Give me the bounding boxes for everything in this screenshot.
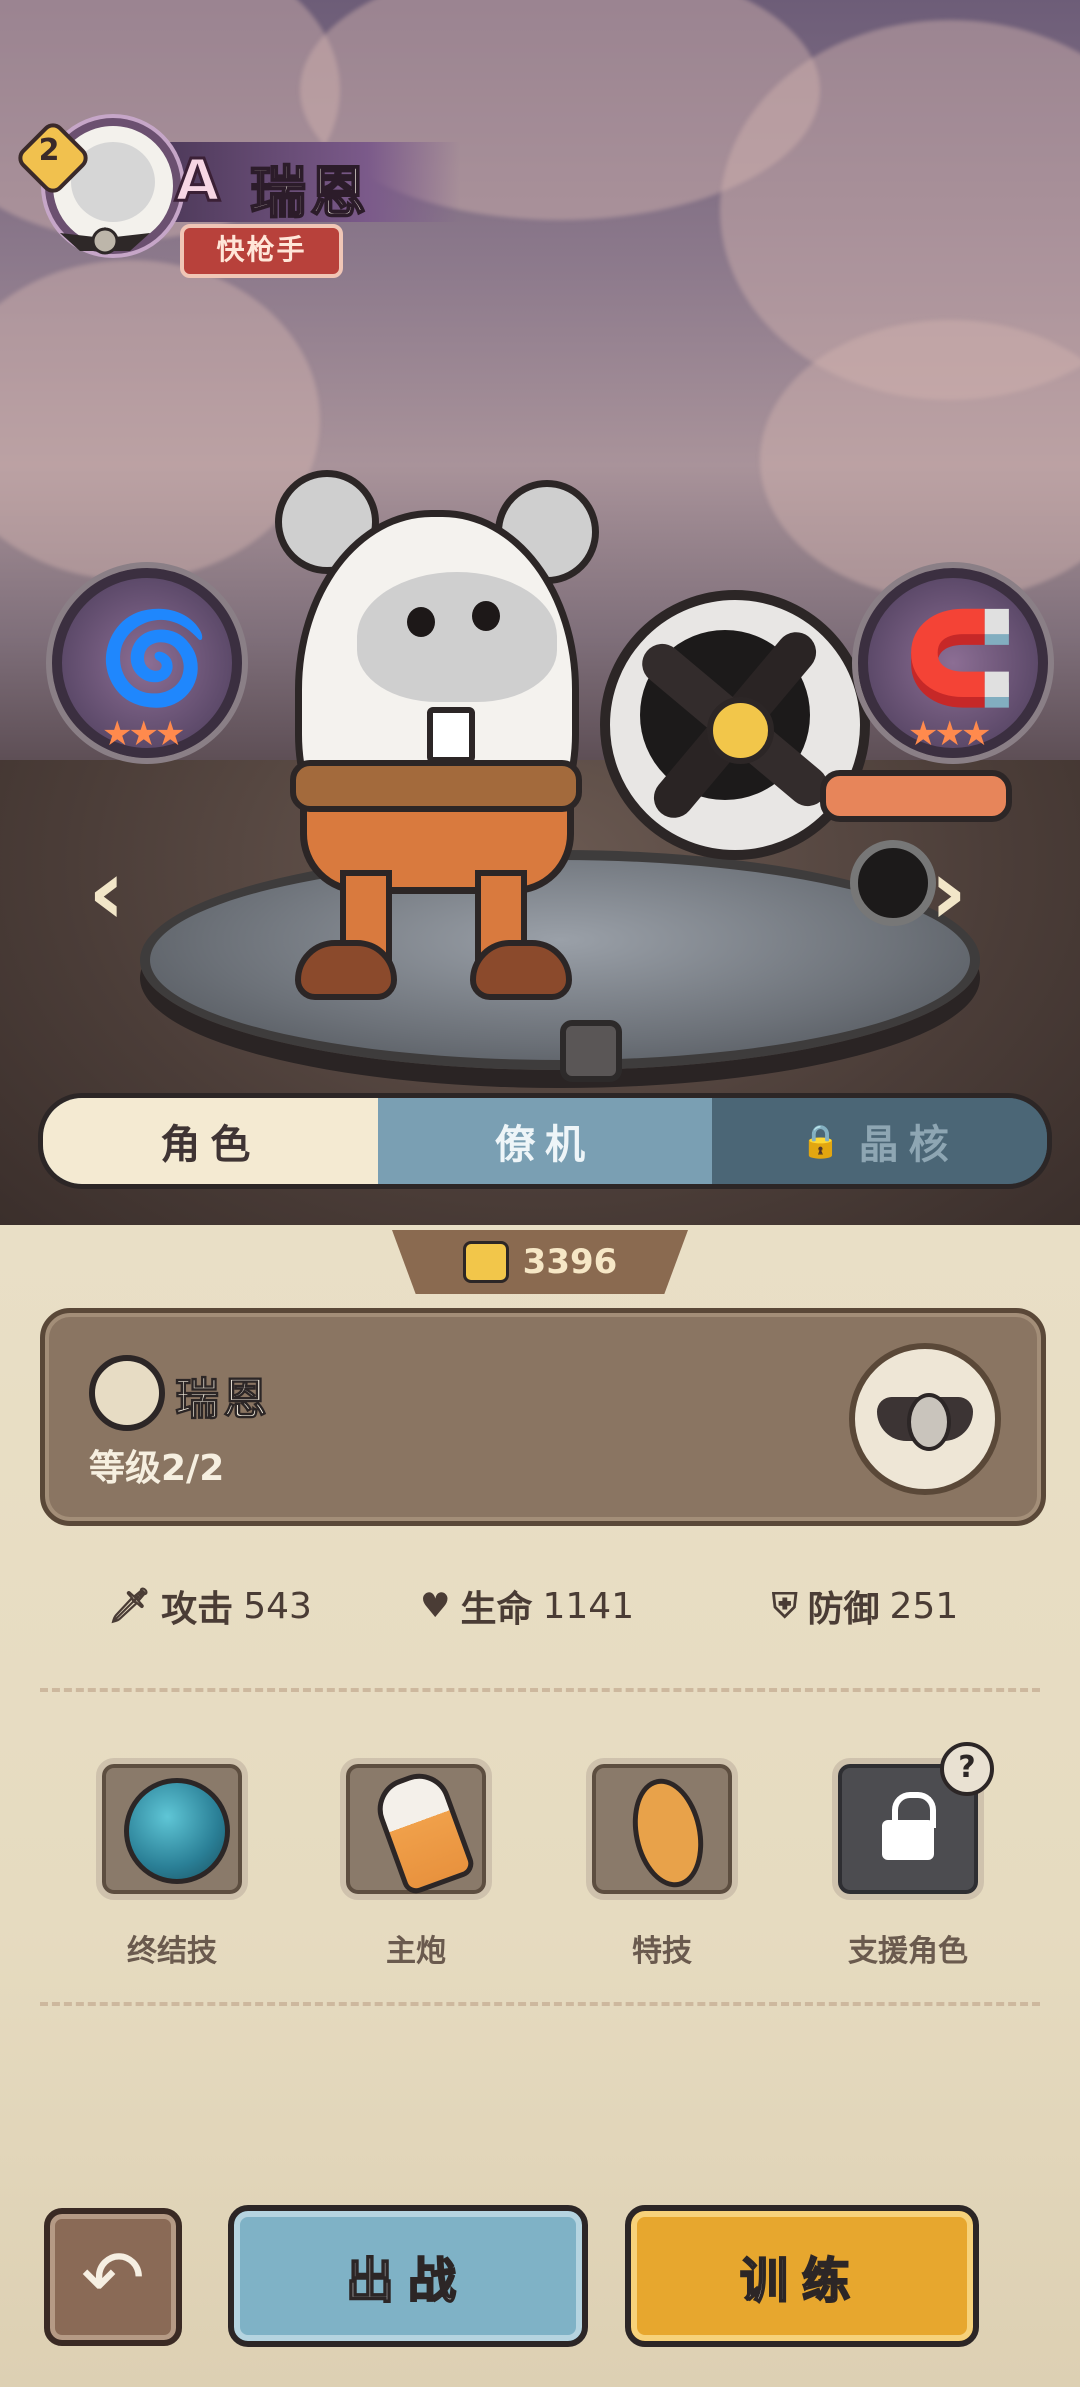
skill-special[interactable]: 特技: [584, 1758, 740, 1970]
lock-icon: [882, 1792, 936, 1860]
stat-hp: ♥ 生命 1141: [420, 1580, 634, 1632]
stat-value: 251: [889, 1585, 959, 1627]
orb-icon: [124, 1778, 230, 1884]
character-scene: 🌀 ★★★ 🧲 ★★★ ‹ › 2 A 瑞恩 快枪手 角色 僚机 🔒 晶核: [0, 0, 1080, 1225]
level-number: 2: [38, 133, 60, 168]
tab-wingman[interactable]: 僚机: [377, 1098, 713, 1184]
tab-crystal-core[interactable]: 🔒 晶核: [712, 1098, 1047, 1184]
help-icon[interactable]: ?: [940, 1742, 994, 1796]
shield-icon: ⛨: [772, 1586, 798, 1626]
skill-slot: [586, 1758, 738, 1900]
rank-emblem[interactable]: [849, 1343, 1001, 1495]
info-name: 瑞恩: [175, 1374, 271, 1426]
cloud: [760, 320, 1080, 600]
skill-support-character[interactable]: ? 支援角色: [830, 1742, 994, 1970]
magnet-icon: 🧲: [904, 606, 1017, 711]
character-name: 瑞恩: [249, 160, 370, 227]
hamster-shoe: [295, 940, 397, 1000]
rank-grade: A: [174, 145, 222, 216]
hamster-face: [357, 572, 557, 702]
stat-label: 生命: [460, 1589, 533, 1630]
plane-wing: [820, 770, 1012, 822]
fist-coin-icon: [462, 1241, 509, 1283]
platform-knob: [560, 1020, 622, 1082]
attack-icon: 🗡: [108, 1586, 152, 1626]
rank-wing-icon: [60, 227, 150, 255]
tab-label: 晶核: [858, 1122, 959, 1168]
star-rating-icon: ★★★: [908, 714, 991, 754]
stat-defense: ⛨ 防御 251: [772, 1580, 958, 1632]
hamster-character[interactable]: [255, 470, 615, 1000]
hamster-teeth: [427, 707, 475, 763]
divider: [40, 2002, 1040, 2006]
stat-value: 543: [243, 1585, 312, 1627]
tab-character[interactable]: 角色: [43, 1098, 378, 1184]
skill-label: 终结技: [127, 1934, 217, 1969]
emblem-badge-icon: [907, 1393, 951, 1451]
prev-character-arrow[interactable]: ‹: [88, 840, 125, 945]
spring-icon: 🌀: [98, 606, 211, 711]
heart-icon: ♥: [420, 1586, 451, 1626]
currency-display: 3396: [392, 1230, 688, 1294]
skill-ultimate[interactable]: 终结技: [94, 1758, 250, 1970]
stat-label: 防御: [807, 1589, 880, 1630]
equip-slot-right[interactable]: 🧲 ★★★: [858, 568, 1048, 758]
seed-icon: [623, 1772, 713, 1894]
skill-label: 特技: [632, 1934, 692, 1969]
tab-label: 角色: [160, 1122, 261, 1168]
skill-slot: [340, 1758, 492, 1900]
propeller-hub: [707, 697, 774, 764]
character-info-card: 瑞恩 等级2/2: [40, 1308, 1046, 1526]
hamster-eye: [407, 607, 435, 637]
hamster-belt: [290, 760, 582, 812]
lock-icon: 🔒: [800, 1122, 851, 1160]
skill-label: 主炮: [386, 1934, 446, 1969]
plane-wheel: [850, 840, 936, 926]
skill-slot: [96, 1758, 248, 1900]
next-character-arrow[interactable]: ›: [930, 840, 967, 945]
tab-bar: 角色 僚机 🔒 晶核: [38, 1093, 1052, 1189]
back-button[interactable]: ↶: [44, 2208, 182, 2346]
train-button[interactable]: 训练: [625, 2205, 979, 2347]
back-arrow-icon: ↶: [81, 2232, 145, 2322]
stat-attack: 🗡 攻击 543: [108, 1580, 312, 1632]
tab-label: 僚机: [495, 1122, 595, 1168]
star-rating-icon: ★★★: [102, 714, 185, 754]
magnifier-icon[interactable]: [89, 1355, 165, 1431]
currency-amount: 3396: [522, 1242, 618, 1282]
bullet-icon: [368, 1764, 478, 1898]
skill-main-cannon[interactable]: 主炮: [338, 1758, 494, 1970]
stat-label: 攻击: [161, 1589, 234, 1630]
equip-slot-left[interactable]: 🌀 ★★★: [52, 568, 242, 758]
hamster-shoe: [470, 940, 572, 1000]
skill-slot-locked: ?: [832, 1742, 994, 1900]
skill-label: 支援角色: [848, 1934, 968, 1969]
deploy-button[interactable]: 出战: [228, 2205, 588, 2347]
role-tag: 快枪手: [180, 224, 343, 278]
stats-row: 🗡 攻击 543 ♥ 生命 1141 ⛨ 防御 251: [0, 1580, 1080, 1640]
divider: [40, 1688, 1040, 1692]
hamster-eye: [472, 601, 500, 631]
info-level: 等级2/2: [89, 1448, 225, 1489]
stat-value: 1141: [542, 1585, 635, 1627]
